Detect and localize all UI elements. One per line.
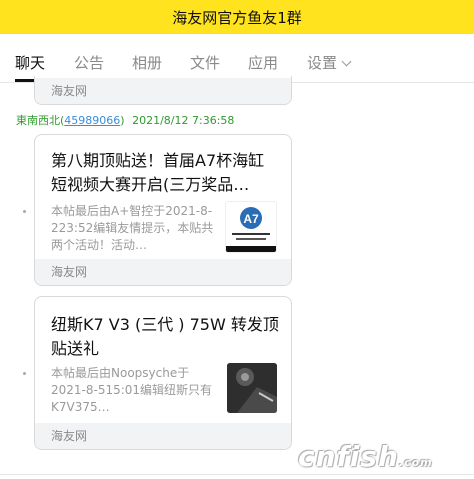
card-source: 海友网 xyxy=(35,78,291,104)
group-title: 海友网官方鱼友1群 xyxy=(172,8,302,27)
card-description: 本帖最后由A+智控于2021-8-223:52编辑友情提示，本贴共两个活动！活动… xyxy=(51,204,214,252)
card-title: 第八期顶贴送！首届A7杯海缸短视频大赛开启(三万奖品… xyxy=(51,151,265,194)
watermark-text: cnfish xyxy=(298,440,399,473)
site-watermark: cnfish.com xyxy=(298,440,433,473)
tab-settings-label: 设置 xyxy=(307,54,338,72)
card-title: 纽斯K7 V3 (三代 ) 75W 转发顶贴送礼 xyxy=(51,315,279,358)
card-source: 海友网 xyxy=(35,259,291,285)
card-description: 本帖最后由Noopsyche于2021-8-515:01编辑纽斯只有K7V375… xyxy=(51,366,213,414)
tab-apps[interactable]: 应用 xyxy=(248,52,278,73)
a7-logo-thumbnail-icon: A7 xyxy=(225,201,277,253)
chevron-down-icon xyxy=(341,56,352,67)
tab-album[interactable]: 相册 xyxy=(132,52,162,73)
sender-id-link[interactable]: 45989066 xyxy=(64,114,120,127)
sender-name-close: ) xyxy=(120,114,125,127)
card-source: 海友网 xyxy=(35,423,291,449)
svg-text:A7: A7 xyxy=(243,212,259,226)
message-timestamp: 2021/8/12 7:36:58 xyxy=(132,114,235,127)
tab-settings[interactable]: 设置 xyxy=(307,52,352,73)
message-bullet xyxy=(23,210,26,213)
sender-name: 東南西北( xyxy=(16,114,65,127)
watermark-suffix: .com xyxy=(398,456,433,469)
tab-files[interactable]: 文件 xyxy=(190,52,220,73)
message-sender: 東南西北(45989066) 2021/8/12 7:36:58 xyxy=(16,112,234,128)
header-bar: 海友网官方鱼友1群 xyxy=(0,0,474,34)
previous-message-card[interactable]: 海友网 xyxy=(34,76,292,105)
link-card-1[interactable]: 第八期顶贴送！首届A7杯海缸短视频大赛开启(三万奖品… 本帖最后由A+智控于20… xyxy=(34,134,292,286)
link-card-2[interactable]: 纽斯K7 V3 (三代 ) 75W 转发顶贴送礼 本帖最后由Noopsyche于… xyxy=(34,296,292,450)
divider xyxy=(0,474,474,475)
message-bullet xyxy=(23,372,26,375)
tab-announcement[interactable]: 公告 xyxy=(74,52,104,73)
product-photo-thumbnail-icon xyxy=(227,363,277,413)
tab-chat[interactable]: 聊天 xyxy=(15,52,45,73)
